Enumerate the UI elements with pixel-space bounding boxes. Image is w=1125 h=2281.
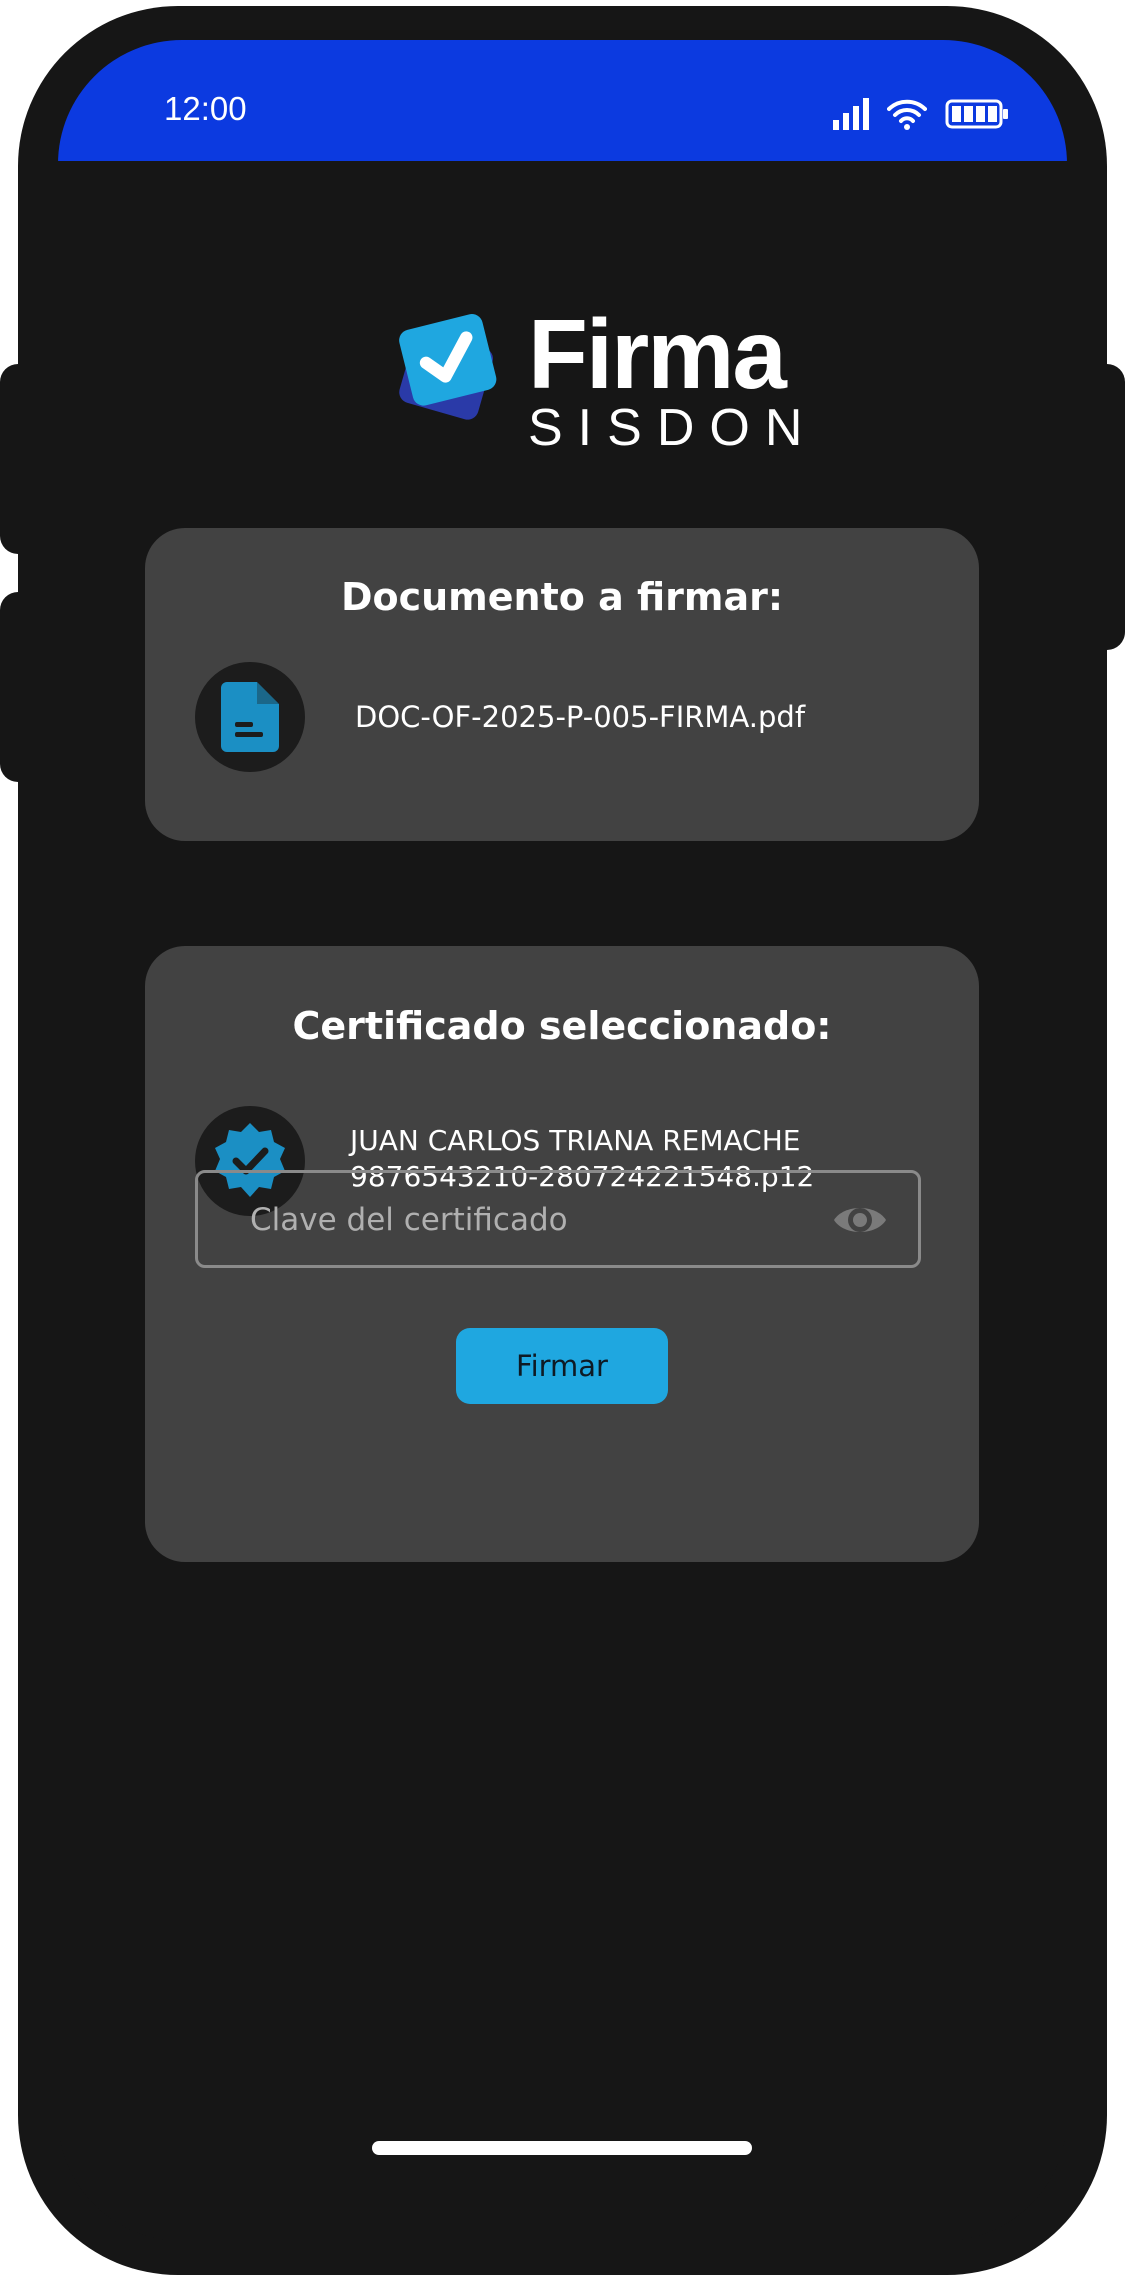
status-icons: [833, 98, 1009, 130]
battery-icon: [945, 99, 1008, 129]
logo-word: Firma: [528, 299, 787, 409]
wifi-icon: [887, 99, 927, 130]
document-card: Documento a firmar: DOC-OF-2025-P-005-FI…: [145, 528, 979, 841]
signal-icon: [833, 98, 869, 130]
document-icon: [221, 682, 279, 752]
certificate-card-title: Certificado seleccionado:: [292, 1004, 832, 1048]
phone-frame: 12:00 Firma SISDON Documento a firmar: D…: [18, 6, 1107, 2275]
status-bar: 12:00: [58, 40, 1067, 161]
certificate-card: Certificado seleccionado: JUAN CARLOS TR…: [145, 946, 979, 1562]
document-card-title: Documento a firmar:: [340, 575, 784, 619]
sign-button[interactable]: Firmar: [456, 1328, 668, 1404]
document-icon-circle: [195, 662, 305, 772]
app-screen: 12:00 Firma SISDON Documento a firmar: D…: [58, 40, 1067, 2241]
document-file-name: DOC-OF-2025-P-005-FIRMA.pdf: [355, 700, 806, 734]
status-time: 12:00: [164, 90, 247, 127]
certificate-holder-name: JUAN CARLOS TRIANA REMACHE: [350, 1124, 801, 1157]
show-password-icon[interactable]: [832, 1198, 888, 1242]
logo-subtitle: SISDON: [528, 399, 818, 457]
certificate-password-field[interactable]: [195, 1170, 921, 1268]
home-indicator[interactable]: [372, 2141, 752, 2155]
certificate-password-input[interactable]: [248, 1173, 812, 1267]
firma-logo-icon: [399, 314, 497, 420]
